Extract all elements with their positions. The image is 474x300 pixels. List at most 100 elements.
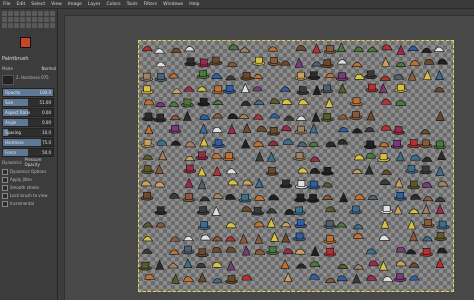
slider[interactable]: Aspect Ratio 0.00 [2,108,54,117]
image-canvas[interactable] [138,40,454,292]
tool-button[interactable] [50,23,55,28]
hat-sprite [225,246,237,253]
slider-row[interactable]: Angle 0.00 [2,118,56,127]
menu-item-colors[interactable]: Colors [106,2,120,7]
hat-sprite [312,43,321,54]
tool-button[interactable] [38,11,43,16]
checkbox[interactable] [2,192,8,199]
menu-item-filters[interactable]: Filters [144,2,158,7]
hat-sprite [293,151,306,161]
tool-button[interactable] [14,11,19,16]
slider[interactable]: Spacing 10.0 [2,128,54,137]
hat-sprite [238,193,252,203]
tool-button[interactable] [44,23,49,28]
slider-label: Aspect Ratio [5,110,31,115]
tool-button[interactable] [8,17,13,22]
dynamics-row[interactable]: Dynamics Pressure Opacity [2,157,56,167]
brush-preview[interactable] [2,75,14,85]
hat-sprite [354,194,366,200]
tool-button[interactable] [44,17,49,22]
hat-sprite [296,141,308,147]
option-checkbox-row[interactable]: Apply Jitter [2,176,56,183]
menu-item-image[interactable]: Image [68,2,82,7]
color-swatches[interactable] [20,37,36,53]
hat-sprite [238,113,250,119]
hat-sprite [195,151,209,161]
mode-row[interactable]: Mode Normal [2,64,56,72]
tool-button[interactable] [32,23,37,28]
option-checkbox-row[interactable]: Lock brush to view [2,192,56,199]
slider-row[interactable]: Force 50.0 [2,148,56,157]
slider-row[interactable]: Hardness 75.0 [2,138,56,147]
tool-button[interactable] [2,17,7,22]
option-checkbox-row[interactable]: Dynamics Options [2,168,56,175]
tool-button[interactable] [32,17,37,22]
brush-row[interactable]: 2. Hardness 075 [2,75,56,85]
hat-sprite [366,248,377,255]
hat-sprite [171,273,181,284]
hat-sprite [354,73,365,80]
menu-item-edit[interactable]: Edit [17,2,26,7]
checkbox[interactable] [2,168,8,175]
menu-item-select[interactable]: Select [31,2,45,7]
tool-button[interactable] [50,17,55,22]
slider[interactable]: Angle 0.00 [2,118,54,127]
tool-button[interactable] [20,11,25,16]
slider-row[interactable]: Opacity 100.0 [2,88,56,97]
slider[interactable]: Hardness 75.0 [2,138,54,147]
dynamics-value[interactable]: Pressure Opacity [24,157,56,167]
option-checkbox-row[interactable]: Smooth stroke [2,184,56,191]
slider-value: 0.00 [42,110,51,115]
tool-button[interactable] [26,17,31,22]
slider[interactable]: Opacity 100.0 [2,88,54,97]
hat-sprite [420,248,433,257]
tool-button[interactable] [14,23,19,28]
tool-button[interactable] [8,11,13,16]
hat-sprite [182,110,192,121]
hat-sprite [337,127,349,133]
hat-sprite [239,47,251,53]
menu-item-help[interactable]: Help [189,2,199,7]
hat-sprite [323,45,337,54]
hat-sprite [335,72,349,81]
tool-button[interactable] [26,11,31,16]
check-list: Dynamics Options Apply Jitter Smooth strok… [2,168,56,207]
tool-button[interactable] [2,11,7,16]
hat-sprite [321,166,334,176]
tool-button[interactable] [50,11,55,16]
tool-button[interactable] [8,23,13,28]
hat-sprite [212,127,223,133]
menu-item-layer[interactable]: Layer [88,2,101,7]
slider[interactable]: Force 50.0 [2,148,54,157]
hat-sprite [183,86,195,92]
mode-value[interactable]: Normal [42,66,56,71]
menu-item-file[interactable]: File [3,2,11,7]
tool-button[interactable] [44,11,49,16]
hat-sprite [141,165,154,174]
hat-sprite [154,163,164,174]
tool-button[interactable] [38,23,43,28]
checkbox[interactable] [2,176,8,183]
tool-button[interactable] [2,23,7,28]
hat-sprite [337,138,349,145]
slider[interactable]: Size 51.00 [2,98,54,107]
slider-row[interactable]: Aspect Ratio 0.00 [2,108,56,117]
hat-sprite [283,271,293,282]
tool-button[interactable] [32,11,37,16]
tool-button[interactable] [20,23,25,28]
tool-button[interactable] [20,17,25,22]
checkbox[interactable] [2,184,8,191]
slider-row[interactable]: Size 51.00 [2,98,56,107]
menu-item-windows[interactable]: Windows [163,2,183,7]
menu-item-tools[interactable]: Tools [127,2,138,7]
hat-sprite [241,206,253,213]
option-checkbox-row[interactable]: Incremental [2,200,56,207]
menu-item-view[interactable]: View [51,2,62,7]
tool-button[interactable] [26,23,31,28]
slider-row[interactable]: Spacing 10.0 [2,128,56,137]
tool-button[interactable] [14,17,19,22]
checkbox[interactable] [2,200,8,207]
hat-sprite [169,115,181,121]
tool-button[interactable] [38,17,43,22]
foreground-color-swatch[interactable] [20,37,31,48]
